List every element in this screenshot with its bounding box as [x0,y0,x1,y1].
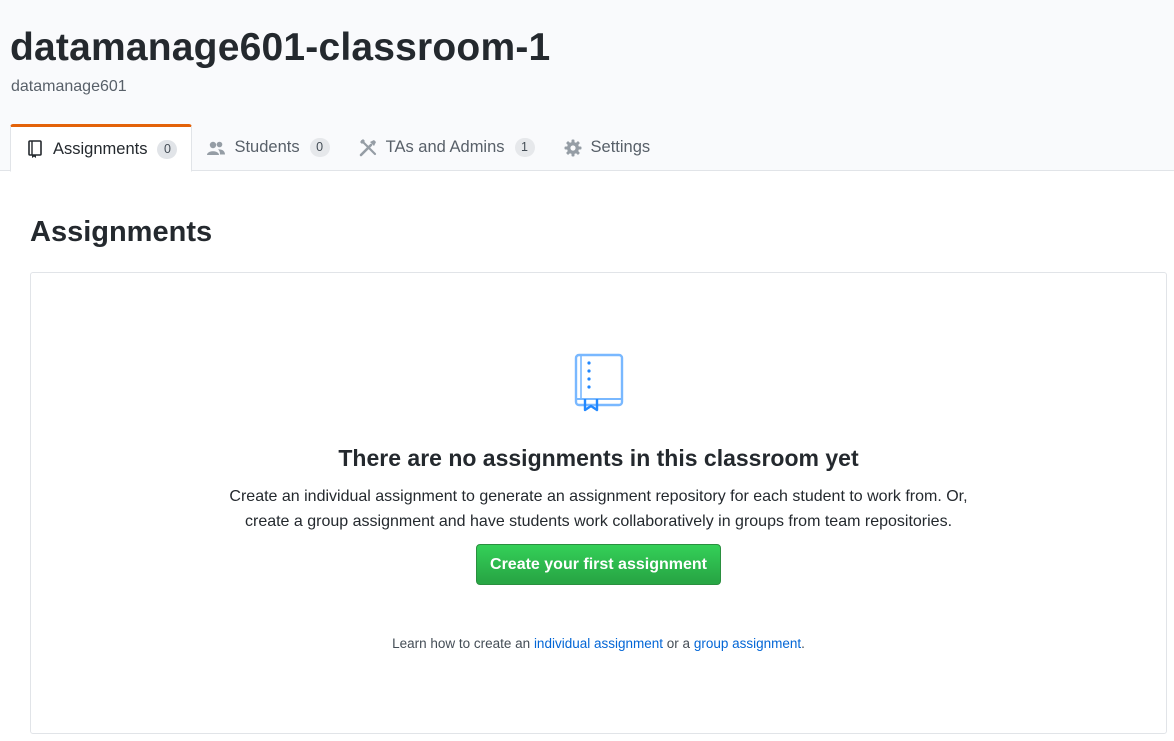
classroom-title: datamanage601-classroom-1 [10,26,551,69]
empty-state-description: Create an individual assignment to gener… [31,484,1166,534]
empty-state: There are no assignments in this classro… [30,272,1167,734]
tab-assignments[interactable]: Assignments 0 [10,124,193,172]
tab-label: Assignments [53,139,148,158]
learn-prefix: Learn how to create an [392,636,531,651]
learn-more-text: Learn how to create an individual assign… [31,636,1166,651]
assignments-counter: 0 [157,139,178,159]
learn-suffix: . [801,636,805,651]
classroom-tabs: Assignments 0 Students 0 TAs and Admins … [10,124,665,172]
group-assignment-link[interactable]: group assignment [694,636,801,651]
gear-icon [563,138,583,158]
description-line: create a group assignment and have stude… [244,513,953,530]
tab-settings[interactable]: Settings [549,124,665,171]
individual-assignment-link[interactable]: individual assignment [534,636,663,651]
tab-label: Settings [590,138,651,156]
description-line: Create an individual assignment to gener… [229,488,968,505]
learn-middle: or a [666,636,691,651]
empty-state-heading: There are no assignments in this classro… [338,445,859,471]
tab-tas-and-admins[interactable]: TAs and Admins 1 [344,124,549,171]
tab-label: TAs and Admins [385,138,505,156]
students-counter: 0 [309,138,330,157]
organization-name[interactable]: datamanage601 [11,78,127,96]
create-first-assignment-button[interactable]: Create your first assignment [476,544,721,585]
tab-label: Students [234,138,300,156]
people-icon [206,138,226,158]
notebook-icon [573,353,625,415]
book-icon [25,139,45,159]
classroom-header: datamanage601-classroom-1 datamanage601 … [0,0,1174,172]
tools-icon [358,138,378,158]
page-title: Assignments [30,216,213,248]
tas-admins-counter: 1 [514,138,535,157]
tab-students[interactable]: Students 0 [192,124,343,171]
